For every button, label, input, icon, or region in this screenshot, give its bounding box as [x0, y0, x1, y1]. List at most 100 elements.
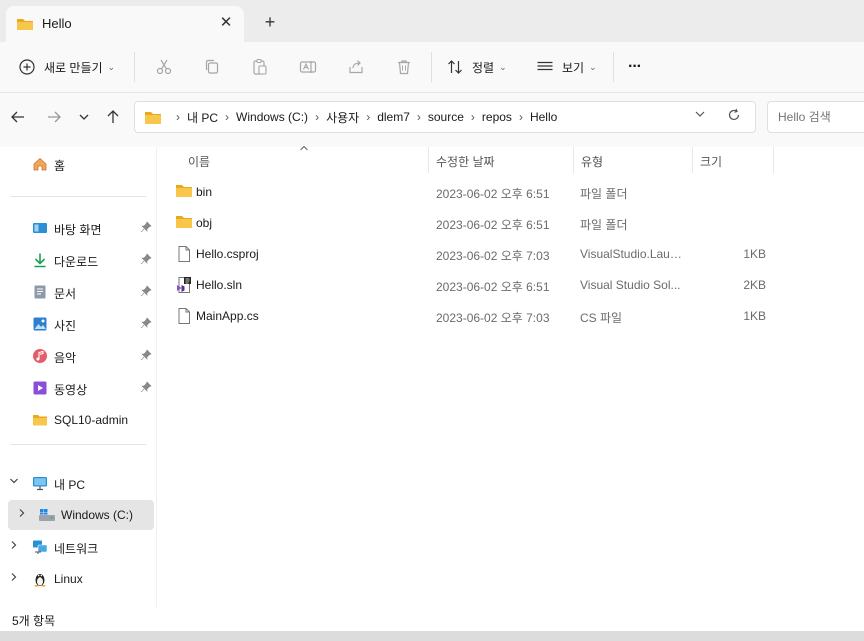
- file-type: Visual Studio Sol...: [580, 278, 681, 292]
- home-icon: [32, 156, 48, 172]
- folder-icon: [32, 412, 48, 428]
- sort-icon: [446, 58, 464, 76]
- trash-icon: [395, 58, 413, 76]
- file-size: 2KB: [743, 278, 766, 292]
- folder-icon: [175, 183, 193, 202]
- nav-sql10-admin[interactable]: SQL10-admin: [8, 405, 154, 435]
- main-panel: 홈 바탕 화면 다운로드 문서 사진 음악 동영상 SQL10-admin 내 …: [0, 144, 864, 607]
- pictures-icon: [32, 316, 48, 332]
- chevron-right-icon[interactable]: [8, 540, 20, 553]
- pin-icon[interactable]: [140, 221, 152, 233]
- pin-icon[interactable]: [140, 317, 152, 329]
- file-name: MainApp.cs: [196, 309, 259, 323]
- nav-home[interactable]: 홈: [8, 149, 154, 179]
- cut-button[interactable]: [155, 52, 173, 82]
- crumb-dlem7[interactable]: dlem7: [377, 110, 410, 124]
- copy-icon: [203, 58, 221, 76]
- file-name: Hello.csproj: [196, 247, 259, 261]
- nav-pictures[interactable]: 사진: [8, 309, 154, 339]
- pin-icon[interactable]: [140, 349, 152, 361]
- crumb-this-pc[interactable]: 내 PC: [187, 109, 218, 126]
- command-bar: 새로 만들기 ⌄ 정렬 ⌄ 보기 ⌄ ···: [0, 42, 864, 93]
- nav-home-label: 홈: [54, 159, 66, 173]
- tab-title: Hello: [42, 16, 72, 31]
- more-button[interactable]: ···: [628, 52, 642, 82]
- close-tab-icon[interactable]: ✕: [216, 13, 236, 33]
- back-icon[interactable]: [8, 109, 28, 129]
- computer-icon: [32, 475, 48, 491]
- file-name: obj: [196, 216, 213, 230]
- crumb-separator: ›: [225, 110, 230, 124]
- paste-button[interactable]: [251, 52, 269, 82]
- nav-downloads[interactable]: 다운로드: [8, 245, 154, 275]
- tab-hello[interactable]: Hello ✕: [6, 6, 244, 42]
- file-modified: 2023-06-02 오후 7:03: [436, 311, 550, 325]
- new-button[interactable]: 새로 만들기 ⌄: [18, 52, 115, 82]
- nav-videos[interactable]: 동영상: [8, 373, 154, 403]
- new-tab-button[interactable]: +: [260, 12, 280, 32]
- file-size: 1KB: [743, 247, 766, 261]
- linux-penguin-icon: [32, 571, 48, 587]
- folder-icon: [16, 16, 34, 35]
- nav-this-pc[interactable]: 내 PC: [8, 468, 154, 498]
- refresh-icon[interactable]: [725, 108, 743, 126]
- paste-icon: [251, 58, 269, 76]
- copy-button[interactable]: [203, 52, 221, 82]
- pin-icon[interactable]: [140, 253, 152, 265]
- file-icon: [175, 307, 193, 328]
- search-input[interactable]: [767, 101, 864, 133]
- view-button[interactable]: 보기 ⌄: [536, 52, 597, 82]
- network-icon: [32, 539, 48, 555]
- chevron-right-icon[interactable]: [16, 508, 28, 521]
- column-header-modified[interactable]: 수정한 날짜: [436, 153, 495, 170]
- share-button[interactable]: [347, 52, 365, 82]
- crumb-repos[interactable]: repos: [482, 110, 512, 124]
- crumb-hello[interactable]: Hello: [530, 110, 557, 124]
- add-circle-icon: [18, 58, 36, 76]
- nav-windows-c-label: Windows (C:): [61, 508, 134, 522]
- nav-music[interactable]: 음악: [8, 341, 154, 371]
- nav-documents[interactable]: 문서: [8, 277, 154, 307]
- address-dropdown-icon[interactable]: [691, 108, 709, 126]
- nav-windows-c[interactable]: Windows (C:): [8, 500, 154, 530]
- file-row[interactable]: MainApp.cs 2023-06-02 오후 7:03 CS 파일 1KB: [169, 301, 773, 331]
- nav-network[interactable]: 네트워크: [8, 532, 154, 562]
- nav-linux[interactable]: Linux: [8, 564, 154, 594]
- videos-icon: [32, 380, 48, 396]
- sort-label: 정렬: [472, 60, 495, 75]
- address-row: › 내 PC › Windows (C:) › 사용자 › dlem7 › so…: [0, 93, 864, 147]
- file-row[interactable]: Hello.sln 2023-06-02 오후 6:51 Visual Stud…: [169, 270, 773, 300]
- crumb-source[interactable]: source: [428, 110, 464, 124]
- column-header-type[interactable]: 유형: [581, 153, 603, 170]
- file-row[interactable]: bin 2023-06-02 오후 6:51 파일 폴더: [169, 177, 773, 207]
- sln-file-icon: [175, 276, 193, 297]
- chevron-down-icon: ⌄: [589, 61, 597, 72]
- recent-locations-icon[interactable]: [74, 109, 94, 129]
- delete-button[interactable]: [395, 52, 413, 82]
- column-header-name[interactable]: 이름: [188, 153, 210, 170]
- pin-icon[interactable]: [140, 285, 152, 297]
- sort-button[interactable]: 정렬 ⌄: [446, 52, 507, 82]
- column-header-size[interactable]: 크기: [700, 153, 722, 170]
- sort-ascending-icon: [299, 144, 309, 154]
- up-icon[interactable]: [103, 109, 123, 129]
- crumb-separator: ›: [366, 110, 371, 124]
- cut-icon: [155, 58, 173, 76]
- file-row[interactable]: Hello.csproj 2023-06-02 오후 7:03 VisualSt…: [169, 239, 773, 269]
- file-modified: 2023-06-02 오후 6:51: [436, 218, 550, 232]
- new-label: 새로 만들기: [44, 60, 103, 75]
- crumb-windows-c[interactable]: Windows (C:): [236, 110, 308, 124]
- documents-icon: [32, 284, 48, 300]
- file-row[interactable]: obj 2023-06-02 오후 6:51 파일 폴더: [169, 208, 773, 238]
- crumb-users[interactable]: 사용자: [326, 109, 359, 126]
- chevron-down-icon[interactable]: [8, 476, 20, 489]
- rename-button[interactable]: [299, 52, 317, 82]
- share-icon: [347, 58, 365, 76]
- drive-icon: [38, 507, 55, 523]
- nav-linux-label: Linux: [54, 572, 83, 586]
- chevron-right-icon[interactable]: [8, 572, 20, 585]
- forward-icon[interactable]: [44, 109, 64, 129]
- address-bar[interactable]: › 내 PC › Windows (C:) › 사용자 › dlem7 › so…: [134, 101, 756, 133]
- pin-icon[interactable]: [140, 381, 152, 393]
- nav-desktop[interactable]: 바탕 화면: [8, 213, 154, 243]
